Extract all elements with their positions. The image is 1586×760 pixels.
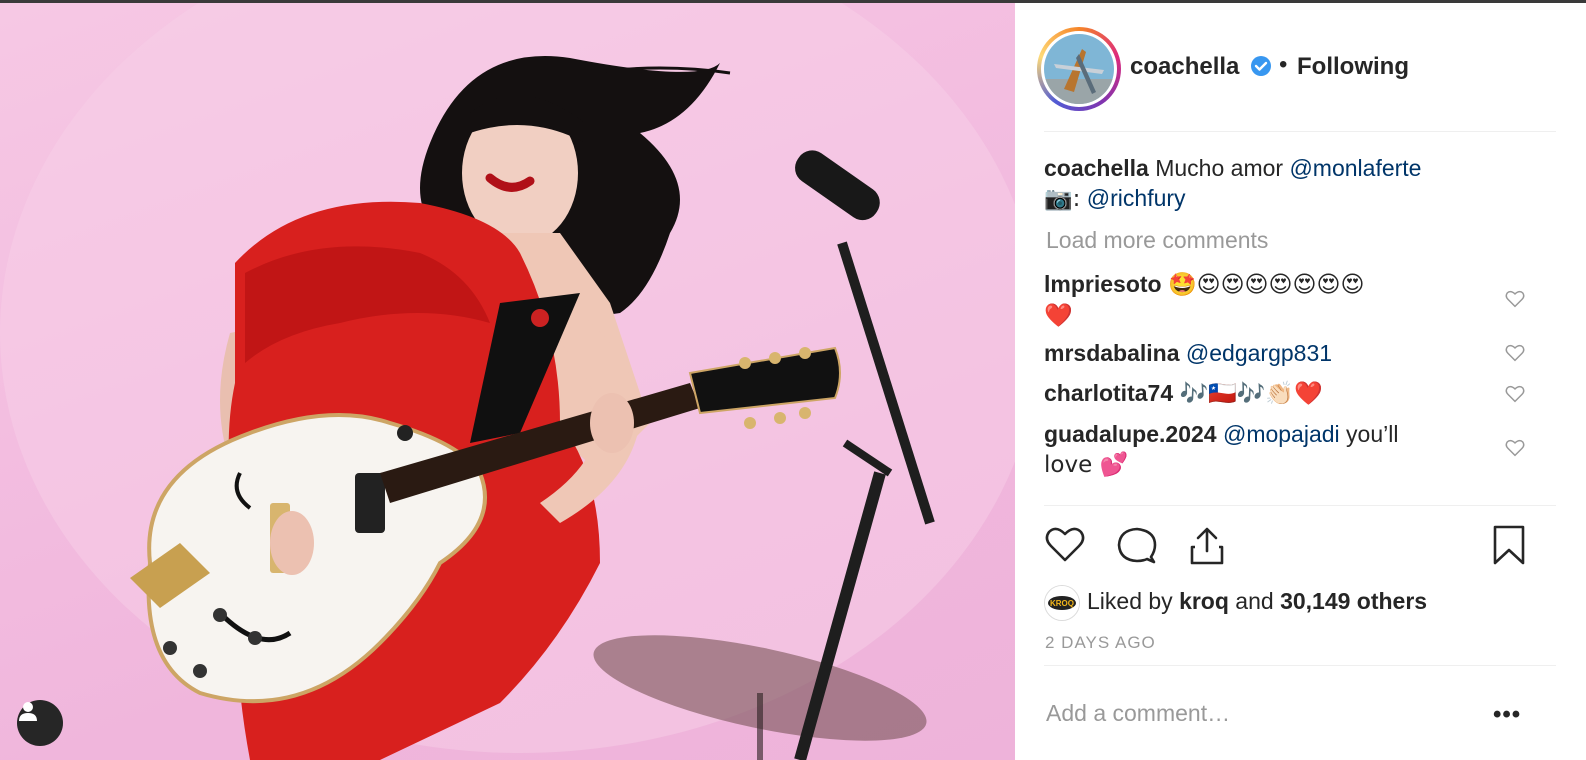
concert-illustration [0, 3, 1015, 760]
likes-count[interactable]: 30,149 others [1280, 588, 1427, 614]
liker-avatar[interactable]: KROQ [1044, 585, 1080, 621]
comment-item: charlotita74 🎶🇨🇱🎶👏🏻❤️ [1044, 378, 1494, 409]
avatar[interactable] [1044, 34, 1114, 104]
comment-like-icon[interactable] [1504, 342, 1526, 364]
comment-text-cont: ❤️ [1044, 303, 1073, 329]
footer-divider [1044, 665, 1556, 666]
comment-username[interactable]: mrsdabalina [1044, 340, 1180, 366]
post-timestamp[interactable]: 2 DAYS AGO [1045, 633, 1156, 653]
caption-mention[interactable]: @monlaferte [1289, 155, 1421, 181]
bookmark-icon[interactable] [1487, 523, 1531, 567]
post-photo[interactable] [0, 3, 1015, 760]
likes-prefix: Liked by [1087, 588, 1173, 614]
like-heart-icon[interactable] [1043, 523, 1087, 567]
following-button[interactable]: Following [1297, 53, 1409, 81]
more-options-button[interactable]: ••• [1493, 701, 1521, 729]
comment-item: lmpriesoto 🤩😍😍😍😍😍😍😍 ❤️ [1044, 269, 1494, 331]
separator-dot: • [1279, 51, 1288, 78]
camera-credit-prefix: 📷: [1044, 186, 1081, 212]
comment-username[interactable]: guadalupe.2024 [1044, 421, 1217, 447]
comment-text-cont: love 💕 [1044, 452, 1129, 478]
credit-mention[interactable]: @richfury [1087, 185, 1186, 211]
comment-like-icon[interactable] [1504, 383, 1526, 405]
comment-mention[interactable]: @mopajadi [1223, 421, 1340, 447]
comment-username[interactable]: lmpriesoto [1044, 271, 1162, 297]
load-more-comments-button[interactable]: Load more comments [1046, 227, 1268, 254]
comment-text: 🎶🇨🇱🎶👏🏻❤️ [1179, 381, 1323, 407]
comment-item: guadalupe.2024 @mopajadi you’ll love 💕 [1044, 419, 1494, 480]
comment-icon[interactable] [1115, 523, 1159, 567]
comment-mention[interactable]: @edgargp831 [1186, 340, 1332, 366]
likes-conjunction: and [1235, 588, 1274, 614]
comment-text: you’ll [1346, 421, 1399, 447]
caption-username[interactable]: coachella [1044, 155, 1149, 181]
comment-like-icon[interactable] [1504, 288, 1526, 310]
comment-like-icon[interactable] [1504, 437, 1526, 459]
post-details-panel: coachella • Following coachella Mucho am… [1015, 3, 1586, 760]
story-ring[interactable] [1037, 27, 1121, 111]
comment-username[interactable]: charlotita74 [1044, 380, 1173, 406]
add-comment-input[interactable]: Add a comment… [1046, 700, 1230, 727]
comment-text: 🤩😍😍😍😍😍😍😍 [1167, 272, 1365, 298]
user-tag-button[interactable] [17, 700, 63, 746]
verified-icon [1251, 56, 1271, 76]
action-bar [1015, 523, 1586, 573]
header-divider [1044, 131, 1556, 132]
comment-item: mrsdabalina @edgargp831 [1044, 338, 1494, 368]
user-tag-icon [19, 702, 37, 721]
liker-avatar-logo-text: KROQ [1050, 599, 1074, 608]
post-username[interactable]: coachella [1130, 53, 1239, 81]
comments-divider [1044, 505, 1556, 506]
post-header: coachella • Following [1015, 3, 1586, 131]
share-icon[interactable] [1185, 523, 1229, 567]
caption: coachella Mucho amor @monlaferte 📷: @ric… [1044, 153, 1556, 214]
likes-text: Liked by kroq and 30,149 others [1087, 588, 1427, 615]
liker-username[interactable]: kroq [1179, 588, 1229, 614]
caption-text: Mucho amor [1155, 155, 1284, 181]
